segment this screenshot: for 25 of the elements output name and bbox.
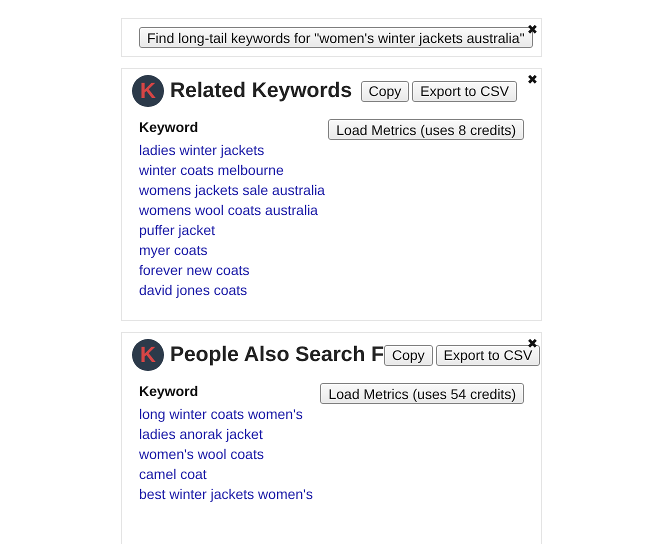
keyword-link[interactable]: long winter coats women's bbox=[139, 404, 313, 424]
keyword-link[interactable]: winter coats melbourne bbox=[139, 160, 325, 180]
keyword-link[interactable]: camel coat bbox=[139, 464, 313, 484]
keyword-link[interactable]: ladies anorak jacket bbox=[139, 424, 313, 444]
close-icon[interactable]: ✖ bbox=[527, 73, 538, 86]
panel-title: Related Keywords bbox=[170, 79, 352, 103]
column-header: Keyword bbox=[139, 383, 200, 399]
column-header: Keyword bbox=[139, 119, 200, 135]
keyword-link[interactable]: best winter jackets women's bbox=[139, 484, 313, 504]
logo-icon: K bbox=[132, 339, 164, 371]
keyword-link[interactable]: david jones coats bbox=[139, 280, 325, 300]
panel-title: People Also Search F bbox=[170, 343, 384, 367]
load-metrics-button[interactable]: Load Metrics (uses 8 credits) bbox=[328, 119, 524, 140]
keyword-link[interactable]: women's wool coats bbox=[139, 444, 313, 464]
copy-button[interactable]: Copy bbox=[384, 344, 433, 366]
keyword-link[interactable]: forever new coats bbox=[139, 260, 325, 280]
keyword-link[interactable]: womens jackets sale australia bbox=[139, 180, 325, 200]
export-button[interactable]: Export to CSV bbox=[412, 80, 517, 102]
logo-icon: K bbox=[132, 75, 164, 107]
load-metrics-button[interactable]: Load Metrics (uses 54 credits) bbox=[320, 383, 524, 404]
keyword-link[interactable]: puffer jacket bbox=[139, 220, 325, 240]
keyword-link[interactable]: womens wool coats australia bbox=[139, 200, 325, 220]
keyword-link[interactable]: myer coats bbox=[139, 240, 325, 260]
copy-button[interactable]: Copy bbox=[360, 80, 410, 102]
keyword-link[interactable]: ladies winter jackets bbox=[139, 140, 325, 160]
